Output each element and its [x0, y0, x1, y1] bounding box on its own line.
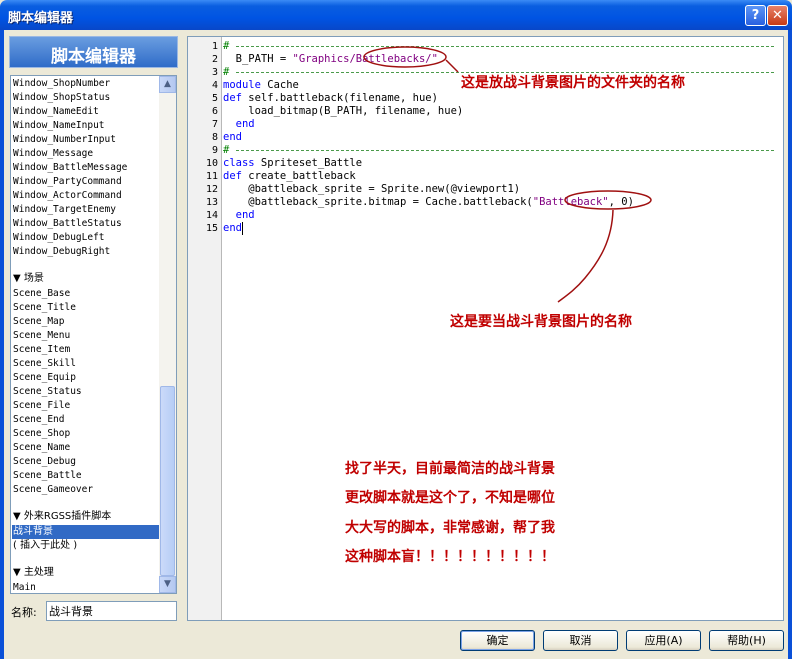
script-editor-window: 脚本编辑器 ? ✕ 脚本编辑器 Window_ShopNumber Window…	[0, 0, 792, 659]
folder-pointer-line	[445, 59, 459, 73]
note-line: 找了半天，目前最简洁的战斗背景	[345, 461, 555, 477]
folder-annotation-text: 这是放战斗背景图片的文件夹的名称	[461, 75, 685, 91]
note-line: 更改脚本就是这个了，不知是哪位	[345, 490, 555, 506]
ok-button[interactable]: 确定	[460, 630, 535, 651]
filename-pointer-line	[557, 209, 614, 303]
note-line: 这种脚本盲！！！！！！！！！！	[345, 549, 555, 565]
cancel-button[interactable]: 取消	[543, 630, 618, 651]
folder-circle-annotation	[363, 46, 447, 68]
filename-circle-annotation	[564, 190, 652, 210]
apply-button[interactable]: 应用(A)	[626, 630, 701, 651]
help-button[interactable]: 帮助(H)	[709, 630, 784, 651]
note-line: 大大写的脚本，非常感谢，帮了我	[345, 520, 555, 536]
filename-annotation-text: 这是要当战斗背景图片的名称	[450, 314, 632, 330]
